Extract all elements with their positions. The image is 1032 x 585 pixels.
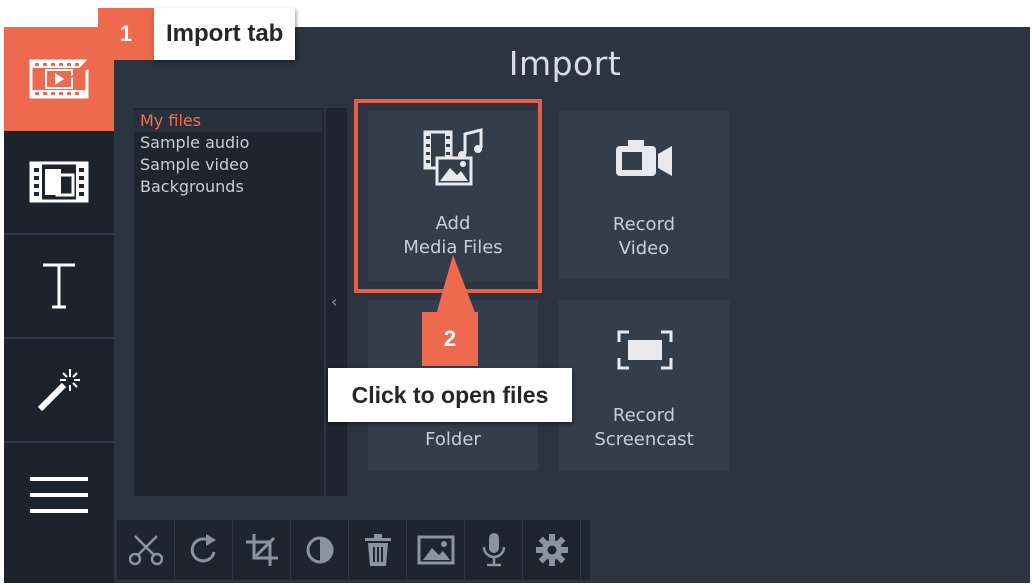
step-1-badge: 1 <box>98 8 154 60</box>
sidebar-item-transitions[interactable] <box>4 131 114 235</box>
file-list: My files Sample audio Sample video Backg… <box>134 108 324 496</box>
camcorder-icon <box>616 140 672 176</box>
crop-button[interactable] <box>233 520 291 580</box>
file-list-item-backgrounds[interactable]: Backgrounds <box>134 176 322 198</box>
add-media-label-line1: Add <box>435 213 471 234</box>
edit-toolbar <box>117 520 590 580</box>
panel-title: Import <box>508 44 622 83</box>
film-transition-icon <box>29 161 89 203</box>
color-adjust-button[interactable] <box>291 520 349 580</box>
record-screencast-label-line1: Record <box>612 405 676 426</box>
color-adjust-icon <box>306 536 333 564</box>
collapse-file-list-button[interactable]: ‹ <box>326 108 347 496</box>
sidebar-item-more[interactable] <box>4 443 114 547</box>
microphone-icon <box>482 533 505 567</box>
hamburger-menu-icon <box>30 477 88 513</box>
record-video-label-line2: Video <box>618 238 670 259</box>
media-files-icon <box>423 128 483 186</box>
import-tab-callout: Import tab <box>154 8 296 60</box>
split-button[interactable] <box>117 520 175 580</box>
file-list-item-sample-video[interactable]: Sample video <box>134 154 322 176</box>
gear-icon <box>535 534 568 566</box>
magic-wand-icon <box>37 369 80 412</box>
screencast-icon <box>617 330 673 370</box>
file-list-item-my-files[interactable]: My files <box>134 110 322 132</box>
rotate-icon <box>190 534 216 563</box>
delete-button[interactable] <box>349 520 407 580</box>
trash-icon <box>364 534 391 566</box>
crop-icon <box>245 534 278 566</box>
record-video-button[interactable]: Record Video <box>559 110 729 278</box>
chevron-left-icon: ‹ <box>331 292 338 311</box>
record-screencast-label-line2: Screencast <box>594 429 694 450</box>
text-t-icon <box>43 263 75 309</box>
sidebar-item-titles[interactable] <box>4 235 114 339</box>
rotate-button[interactable] <box>175 520 233 580</box>
sidebar <box>4 27 114 583</box>
image-icon <box>417 535 454 565</box>
callout-pointer-2 <box>436 255 476 315</box>
record-video-label-line1: Record <box>612 214 676 235</box>
step-2-badge: 2 <box>422 312 478 366</box>
record-audio-button[interactable] <box>465 520 523 580</box>
record-screencast-button[interactable]: Record Screencast <box>559 300 729 470</box>
add-folder-label: Folder <box>425 429 481 450</box>
click-to-open-files-callout: Click to open files <box>328 368 572 422</box>
image-properties-button[interactable] <box>407 520 465 580</box>
settings-button[interactable] <box>523 520 581 580</box>
sidebar-item-filters[interactable] <box>4 339 114 443</box>
file-list-item-sample-audio[interactable]: Sample audio <box>134 132 322 154</box>
scissors-icon <box>128 535 163 566</box>
